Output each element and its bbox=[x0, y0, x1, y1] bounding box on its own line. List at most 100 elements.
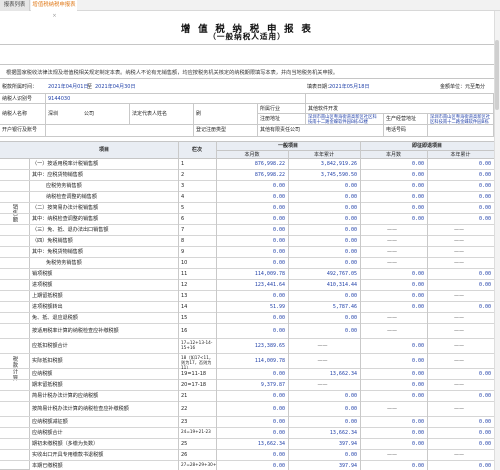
row-value-cell: —— bbox=[454, 293, 464, 299]
row-value-cell[interactable]: 0.00 bbox=[216, 417, 288, 428]
row-value-cell[interactable]: 0.00 bbox=[216, 450, 288, 461]
row-value-cell[interactable]: 0.00 bbox=[216, 236, 288, 247]
row-value-cell[interactable]: 0.00 bbox=[427, 181, 494, 192]
row-value-cell[interactable]: 123,441.64 bbox=[216, 280, 288, 291]
row-value-cell[interactable]: 0.00 bbox=[427, 280, 494, 291]
row-value-cell[interactable]: 0.00 bbox=[288, 402, 360, 417]
row-value-cell[interactable]: 0.00 bbox=[360, 339, 427, 354]
row-value-cell[interactable]: 0.00 bbox=[360, 181, 427, 192]
row-value-cell[interactable]: 0.00 bbox=[288, 324, 360, 339]
row-value-cell[interactable]: 0.00 bbox=[360, 203, 427, 214]
row-value-cell[interactable]: 0.00 bbox=[427, 214, 494, 225]
row-item-label: 免税劳务销售额 bbox=[46, 260, 82, 266]
row-value-cell[interactable]: 0.00 bbox=[216, 324, 288, 339]
row-value-cell[interactable]: 0.00 bbox=[360, 369, 427, 380]
row-value-cell[interactable]: 0.00 bbox=[216, 291, 288, 302]
row-value-cell[interactable]: 0.00 bbox=[427, 369, 494, 380]
period-start[interactable]: 2021年04月01日 bbox=[48, 83, 88, 90]
table-row: 应纳税额合计 24=19+21-23 0.00 13,662.34 0.00 0.00 bbox=[0, 428, 494, 439]
row-value-cell[interactable]: 0.00 bbox=[216, 461, 288, 470]
row-value-cell[interactable]: 0.00 bbox=[216, 181, 288, 192]
row-value-cell[interactable]: 0.00 bbox=[427, 159, 494, 170]
row-value-cell[interactable]: 0.00 bbox=[427, 192, 494, 203]
row-value-cell[interactable]: 0.00 bbox=[360, 192, 427, 203]
row-value-cell[interactable]: 0.00 bbox=[216, 225, 288, 236]
grid-line bbox=[216, 141, 217, 470]
tab-report-list[interactable]: 报表列表 bbox=[0, 0, 30, 11]
row-value-cell[interactable]: 0.00 bbox=[216, 214, 288, 225]
period-end[interactable]: 2021年04月30日 bbox=[95, 83, 135, 90]
row-value-cell[interactable]: 0.00 bbox=[427, 203, 494, 214]
row-value-cell[interactable]: 0.00 bbox=[427, 391, 494, 402]
row-value-cell[interactable]: 0.00 bbox=[360, 354, 427, 369]
row-value-cell[interactable]: 0.00 bbox=[288, 391, 360, 402]
row-value-cell[interactable]: 492,767.05 bbox=[288, 269, 360, 280]
row-value-cell[interactable]: 876,998.22 bbox=[216, 170, 288, 181]
row-value-cell[interactable]: 114,009.78 bbox=[216, 269, 288, 280]
row-value-cell[interactable]: 397.94 bbox=[288, 461, 360, 470]
row-value-cell[interactable]: 0.00 bbox=[427, 170, 494, 181]
row-value-cell[interactable]: 114,009.78 bbox=[216, 354, 288, 369]
row-item-label: 实收出口开具专用缴款书退税额 bbox=[32, 452, 104, 458]
row-value-cell[interactable]: 0.00 bbox=[288, 247, 360, 258]
row-value-cell[interactable]: 0.00 bbox=[216, 391, 288, 402]
row-value-cell[interactable]: 0.00 bbox=[288, 258, 360, 269]
row-value-cell[interactable]: 51.99 bbox=[216, 302, 288, 313]
row-value-cell[interactable]: 0.00 bbox=[288, 291, 360, 302]
row-value-cell[interactable]: 0.00 bbox=[360, 269, 427, 280]
row-value-cell[interactable]: 0.00 bbox=[360, 428, 427, 439]
scrollbar-thumb[interactable] bbox=[495, 40, 499, 110]
row-value-cell[interactable]: 13,662.34 bbox=[288, 369, 360, 380]
tab-vat-return[interactable]: 增值税纳税申报表 × bbox=[31, 0, 77, 19]
fill-date[interactable]: 2021年05月18日 bbox=[329, 83, 369, 90]
row-value-cell[interactable]: 0.00 bbox=[360, 291, 427, 302]
row-value-cell[interactable]: 0.00 bbox=[288, 214, 360, 225]
row-value-cell[interactable]: 0.00 bbox=[360, 461, 427, 470]
row-value-cell[interactable]: 0.00 bbox=[427, 302, 494, 313]
row-value-cell[interactable]: 0.00 bbox=[216, 402, 288, 417]
row-value-cell[interactable]: 0.00 bbox=[427, 439, 494, 450]
row-value-cell[interactable]: 410,314.44 bbox=[288, 280, 360, 291]
row-value-cell[interactable]: 0.00 bbox=[360, 159, 427, 170]
row-value-cell[interactable]: 876,998.22 bbox=[216, 159, 288, 170]
row-value-cell[interactable]: 0.00 bbox=[360, 280, 427, 291]
row-value-cell[interactable]: 0.00 bbox=[216, 192, 288, 203]
row-value-cell[interactable]: 13,662.34 bbox=[216, 439, 288, 450]
row-value-cell[interactable]: 13,662.34 bbox=[288, 428, 360, 439]
row-value-cell[interactable]: 0.00 bbox=[288, 417, 360, 428]
row-value-cell[interactable]: 0.00 bbox=[288, 236, 360, 247]
divider bbox=[216, 150, 494, 151]
row-value-cell[interactable]: 0.00 bbox=[216, 247, 288, 258]
row-value-cell[interactable]: 0.00 bbox=[427, 269, 494, 280]
row-value-cell[interactable]: 5,787.46 bbox=[288, 302, 360, 313]
row-value-cell[interactable]: 0.00 bbox=[288, 450, 360, 461]
row-value-cell[interactable]: 397.94 bbox=[288, 439, 360, 450]
row-value-cell[interactable]: 0.00 bbox=[216, 258, 288, 269]
row-value-cell[interactable]: 0.00 bbox=[216, 313, 288, 324]
row-value-cell[interactable]: 0.00 bbox=[216, 203, 288, 214]
row-value-cell[interactable]: 0.00 bbox=[288, 313, 360, 324]
row-value-cell[interactable]: 0.00 bbox=[360, 417, 427, 428]
row-value-cell[interactable]: 0.00 bbox=[360, 214, 427, 225]
row-value-cell[interactable]: 3,745,590.50 bbox=[288, 170, 360, 181]
table-row: （三）免、抵、退办法出口销售额 7 0.00 0.00 —— —— bbox=[0, 225, 494, 236]
row-value-cell[interactable]: 3,842,919.26 bbox=[288, 159, 360, 170]
row-value-cell[interactable]: 0.00 bbox=[288, 225, 360, 236]
row-value-cell[interactable]: 0.00 bbox=[427, 417, 494, 428]
row-value-cell[interactable]: 0.00 bbox=[360, 170, 427, 181]
row-value-cell[interactable]: 9,379.87 bbox=[216, 380, 288, 391]
row-value-cell[interactable]: 0.00 bbox=[216, 428, 288, 439]
row-value-cell[interactable]: 0.00 bbox=[288, 192, 360, 203]
row-value-cell[interactable]: 0.00 bbox=[360, 302, 427, 313]
row-value-cell[interactable]: 0.00 bbox=[360, 391, 427, 402]
row-value-cell[interactable]: 0.00 bbox=[427, 428, 494, 439]
grid-line bbox=[360, 141, 361, 470]
row-value-cell[interactable]: 0.00 bbox=[360, 380, 427, 391]
row-value-cell[interactable]: 0.00 bbox=[427, 461, 494, 470]
row-value-cell[interactable]: 0.00 bbox=[288, 203, 360, 214]
row-value-cell[interactable]: 123,389.65 bbox=[216, 339, 288, 354]
row-value-cell[interactable]: 0.00 bbox=[288, 181, 360, 192]
row-value-cell[interactable]: 0.00 bbox=[360, 439, 427, 450]
close-icon[interactable]: × bbox=[52, 13, 56, 19]
row-value-cell[interactable]: 0.00 bbox=[216, 369, 288, 380]
